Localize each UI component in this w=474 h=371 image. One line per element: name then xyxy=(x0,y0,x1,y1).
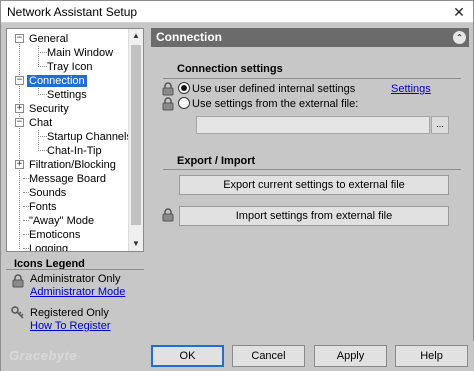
tree-item-label: "Away" Mode xyxy=(29,215,95,227)
radio-checked-icon xyxy=(178,82,190,94)
tree-item-tray-icon[interactable]: Tray Icon xyxy=(47,60,92,74)
settings-link[interactable]: Settings xyxy=(391,83,431,95)
key-icon xyxy=(11,306,24,319)
icons-legend: Icons Legend Administrator Only Administ… xyxy=(6,255,144,337)
tree-item-label: Settings xyxy=(47,89,87,101)
lock-icon xyxy=(12,274,24,288)
tree-item-away-mode[interactable]: "Away" Mode xyxy=(29,214,94,228)
cancel-button[interactable]: Cancel xyxy=(232,345,305,367)
tree-collapse-connection-icon[interactable]: − xyxy=(15,76,24,85)
tree-item-fonts[interactable]: Fonts xyxy=(29,200,57,214)
tree-item-label: General xyxy=(29,33,69,45)
scroll-up-icon[interactable]: ▲ xyxy=(129,29,143,43)
tree-item-label: Fonts xyxy=(29,201,57,213)
radio-internal-label: Use user defined internal settings xyxy=(192,83,356,95)
tree-item-label: Security xyxy=(29,103,69,115)
panel-header: Connection ⌃ xyxy=(151,28,469,47)
watermark-text: Gracebyte xyxy=(9,348,78,363)
tree-item-chat[interactable]: Chat xyxy=(29,116,52,130)
window-title: Network Assistant Setup xyxy=(7,5,138,19)
tree-item-message-board[interactable]: Message Board xyxy=(29,172,106,186)
tree-connector xyxy=(38,46,39,67)
lock-icon xyxy=(162,208,174,222)
tree-connector xyxy=(38,94,47,95)
tree-item-label: Filtration/Blocking xyxy=(29,159,116,171)
export-settings-button[interactable]: Export current settings to external file xyxy=(179,175,449,195)
tree-item-security[interactable]: Security xyxy=(29,102,69,116)
tree-connector xyxy=(38,136,47,137)
tree-connector xyxy=(19,39,20,249)
tree-item-main-window[interactable]: Main Window xyxy=(47,46,113,60)
lock-icon xyxy=(162,82,174,96)
radio-external-settings[interactable]: Use settings from the external file: xyxy=(178,97,358,111)
administrator-mode-link[interactable]: Administrator Mode xyxy=(30,286,125,298)
tree-item-sounds[interactable]: Sounds xyxy=(29,186,66,200)
settings-tree[interactable]: − General Main Window Tray Icon − Connec… xyxy=(6,28,144,252)
legend-registered-label: Registered Only xyxy=(30,307,109,319)
tree-item-emoticons[interactable]: Emoticons xyxy=(29,228,80,242)
tree-collapse-chat-icon[interactable]: − xyxy=(15,118,24,127)
tree-connector xyxy=(38,130,39,151)
scroll-thumb[interactable] xyxy=(131,45,141,225)
tree-connector xyxy=(38,66,47,67)
tree-item-label: Connection xyxy=(27,75,87,87)
tree-item-settings[interactable]: Settings xyxy=(47,88,87,102)
tree-scrollbar[interactable]: ▲ ▼ xyxy=(128,29,143,251)
title-bar: Network Assistant Setup ✕ xyxy=(1,1,473,23)
setup-window: Network Assistant Setup ✕ − General Main… xyxy=(0,0,474,371)
legend-admin-label: Administrator Only xyxy=(30,273,121,285)
legend-divider xyxy=(6,269,144,270)
tree-item-startup-channels[interactable]: Startup Channels xyxy=(47,130,132,144)
scroll-down-icon[interactable]: ▼ xyxy=(129,237,143,251)
tree-connector xyxy=(38,52,47,53)
tree-item-filtration-blocking[interactable]: Filtration/Blocking xyxy=(29,158,116,172)
ok-button[interactable]: OK xyxy=(151,345,224,367)
export-import-title: Export / Import xyxy=(177,155,256,167)
radio-unchecked-icon xyxy=(178,97,190,109)
tree-item-label: Startup Channels xyxy=(47,131,132,143)
tree-item-label: Emoticons xyxy=(29,229,81,241)
external-file-input[interactable] xyxy=(196,116,430,134)
tree-item-label: Logging xyxy=(29,243,69,252)
group-divider xyxy=(163,78,461,79)
tree-collapse-general-icon[interactable]: − xyxy=(15,34,24,43)
tree-item-general[interactable]: General xyxy=(29,32,68,46)
import-settings-button[interactable]: Import settings from external file xyxy=(179,206,449,226)
connection-panel: Connection ⌃ Connection settings Use use… xyxy=(151,28,469,337)
tree-item-label: Main Window xyxy=(47,47,114,59)
tree-expand-security-icon[interactable]: + xyxy=(15,104,24,113)
radio-external-label: Use settings from the external file: xyxy=(192,98,359,110)
apply-button[interactable]: Apply xyxy=(314,345,387,367)
collapse-up-icon[interactable]: ⌃ xyxy=(453,31,466,44)
tree-item-label: Sounds xyxy=(29,187,67,199)
group-divider xyxy=(163,169,461,170)
lock-icon xyxy=(162,97,174,111)
tree-item-logging[interactable]: Logging xyxy=(29,242,69,252)
help-button[interactable]: Help xyxy=(395,345,468,367)
tree-item-connection[interactable]: Connection xyxy=(27,74,87,88)
tree-item-label: Chat xyxy=(29,117,53,129)
panel-title: Connection xyxy=(156,30,222,44)
browse-button[interactable]: ... xyxy=(431,116,449,134)
tree-item-label: Tray Icon xyxy=(47,61,93,73)
tree-item-chat-in-tip[interactable]: Chat-In-Tip xyxy=(47,144,102,158)
tree-item-label: Chat-In-Tip xyxy=(47,145,102,157)
tree-item-label: Message Board xyxy=(29,173,107,185)
connection-settings-title: Connection settings xyxy=(177,63,283,75)
tree-connector xyxy=(38,150,47,151)
radio-internal-settings[interactable]: Use user defined internal settings xyxy=(178,82,355,96)
how-to-register-link[interactable]: How To Register xyxy=(30,320,111,332)
close-icon[interactable]: ✕ xyxy=(451,4,467,20)
tree-expand-filtration-icon[interactable]: + xyxy=(15,160,24,169)
